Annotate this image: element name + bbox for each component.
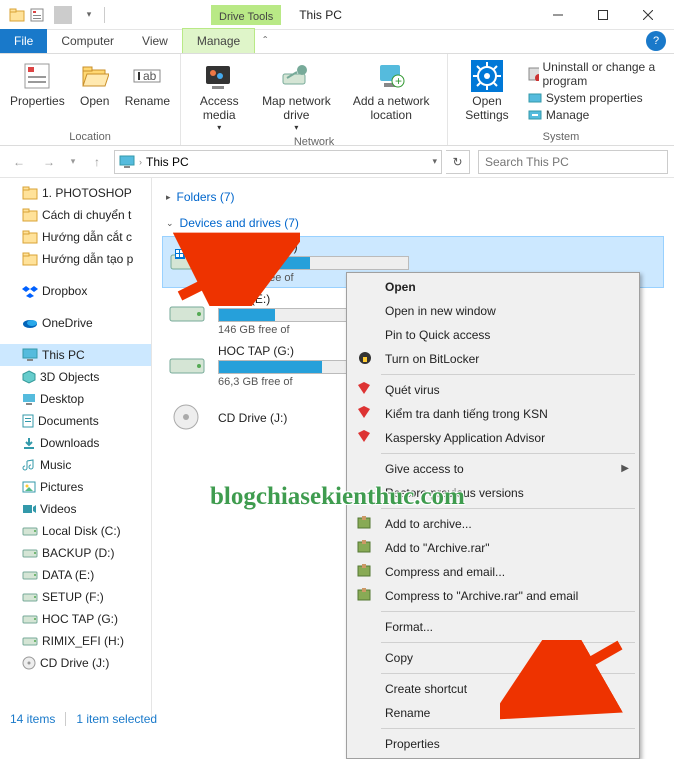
ctx-add-rar[interactable]: Add to "Archive.rar": [349, 536, 637, 560]
tree-item[interactable]: Downloads: [0, 432, 151, 454]
ribbon-group-label: Network: [294, 134, 334, 150]
devices-header[interactable]: ⌄Devices and drives (7): [162, 210, 664, 236]
tree-item[interactable]: Desktop: [0, 388, 151, 410]
history-dropdown[interactable]: ▾: [66, 149, 80, 175]
pc-icon: [119, 155, 135, 169]
ctx-bitlocker[interactable]: Turn on BitLocker: [349, 347, 637, 371]
manage-button[interactable]: Manage: [528, 108, 664, 122]
ctx-properties[interactable]: Properties: [349, 732, 637, 756]
svg-text:ab: ab: [143, 69, 157, 83]
uninstall-button[interactable]: Uninstall or change a program: [528, 60, 664, 88]
open-settings-button[interactable]: Open Settings: [454, 58, 520, 129]
ctx-add-archive[interactable]: Add to archive...: [349, 512, 637, 536]
refresh-button[interactable]: ↻: [446, 150, 470, 174]
open-button[interactable]: Open: [73, 58, 117, 129]
qat-dropdown-icon[interactable]: ▾: [80, 6, 98, 24]
tree-item[interactable]: 3D Objects: [0, 366, 151, 388]
folders-header[interactable]: ▸Folders (7): [162, 184, 664, 210]
add-location-button[interactable]: +Add a network location: [341, 58, 441, 134]
help-button[interactable]: ?: [646, 31, 666, 51]
qat-properties-icon[interactable]: [28, 6, 46, 24]
ctx-copy[interactable]: Copy: [349, 646, 637, 670]
ctx-new-window[interactable]: Open in new window: [349, 299, 637, 323]
ribbon-collapse-icon[interactable]: ˆ: [255, 29, 275, 53]
tree-item[interactable]: This PC: [0, 344, 151, 366]
title-bar: ▾ Drive Tools This PC: [0, 0, 674, 30]
access-media-button[interactable]: Access media▾: [187, 58, 251, 134]
file-tab[interactable]: File: [0, 29, 47, 53]
forward-button[interactable]: →: [36, 149, 62, 175]
manage-tab[interactable]: Manage: [182, 28, 255, 53]
tree-item[interactable]: Hướng dẫn tạo p: [0, 248, 151, 270]
ribbon: Properties Open abRename Location Access…: [0, 54, 674, 146]
tree-item[interactable]: SETUP (F:): [0, 586, 151, 608]
ctx-compress-rar[interactable]: Compress to "Archive.rar" and email: [349, 584, 637, 608]
computer-tab[interactable]: Computer: [47, 29, 128, 53]
ribbon-tabs: File Computer View Manage ˆ ?: [0, 30, 674, 54]
address-path[interactable]: › This PC ▾: [114, 150, 442, 174]
address-bar: ← → ▾ ↑ › This PC ▾ ↻: [0, 146, 674, 178]
tree-item[interactable]: Videos: [0, 498, 151, 520]
tree-item[interactable]: DATA (E:): [0, 564, 151, 586]
ctx-shortcut[interactable]: Create shortcut: [349, 677, 637, 701]
status-bar: 14 items1 item selected: [10, 712, 157, 726]
separator: [54, 6, 72, 24]
properties-button[interactable]: Properties: [6, 58, 69, 129]
back-button[interactable]: ←: [6, 149, 32, 175]
tree-item[interactable]: Local Disk (C:): [0, 520, 151, 542]
tree-item[interactable]: Documents: [0, 410, 151, 432]
ctx-give-access[interactable]: Give access to▶: [349, 457, 637, 481]
ctx-pin[interactable]: Pin to Quick access: [349, 323, 637, 347]
search-input[interactable]: [478, 150, 668, 174]
drive-tools-tab[interactable]: Drive Tools: [211, 5, 281, 25]
ctx-kav[interactable]: Kaspersky Application Advisor: [349, 426, 637, 450]
tree-item[interactable]: CD Drive (J:): [0, 652, 151, 674]
ribbon-group-label: System: [543, 129, 580, 145]
window-title: This PC: [299, 8, 342, 22]
separator: [104, 7, 105, 23]
system-properties-button[interactable]: System properties: [528, 91, 664, 105]
tree-item[interactable]: Music: [0, 454, 151, 476]
tree-item[interactable]: BACKUP (D:): [0, 542, 151, 564]
ctx-ksn[interactable]: Kiểm tra danh tiếng trong KSN: [349, 402, 637, 426]
up-button[interactable]: ↑: [84, 149, 110, 175]
tree-item[interactable]: RIMIX_EFI (H:): [0, 630, 151, 652]
tree-item[interactable]: OneDrive: [0, 312, 151, 334]
navigation-tree[interactable]: 1. PHOTOSHOP Cách di chuyển t Hướng dẫn …: [0, 178, 152, 718]
minimize-button[interactable]: [535, 1, 580, 29]
ctx-open[interactable]: Open: [349, 275, 637, 299]
ctx-prev-versions[interactable]: Restore previous versions: [349, 481, 637, 505]
context-menu: Open Open in new window Pin to Quick acc…: [346, 272, 640, 759]
tree-item[interactable]: HOC TAP (G:): [0, 608, 151, 630]
qat-folder-icon[interactable]: [8, 6, 26, 24]
tree-item[interactable]: Pictures: [0, 476, 151, 498]
tree-item[interactable]: Dropbox: [0, 280, 151, 302]
ctx-rename[interactable]: Rename: [349, 701, 637, 725]
view-tab[interactable]: View: [128, 29, 182, 53]
tree-item[interactable]: Hướng dẫn cắt c: [0, 226, 151, 248]
ribbon-group-label: Location: [69, 129, 111, 145]
close-button[interactable]: [625, 1, 670, 29]
svg-text:+: +: [395, 74, 402, 88]
breadcrumb[interactable]: This PC: [146, 155, 189, 169]
maximize-button[interactable]: [580, 1, 625, 29]
rename-button[interactable]: abRename: [121, 58, 174, 129]
ctx-compress-email[interactable]: Compress and email...: [349, 560, 637, 584]
tree-item[interactable]: Cách di chuyển t: [0, 204, 151, 226]
ctx-format[interactable]: Format...: [349, 615, 637, 639]
tree-item[interactable]: 1. PHOTOSHOP: [0, 182, 151, 204]
map-drive-button[interactable]: Map network drive▾: [255, 58, 337, 134]
ctx-scan[interactable]: Quét virus: [349, 378, 637, 402]
